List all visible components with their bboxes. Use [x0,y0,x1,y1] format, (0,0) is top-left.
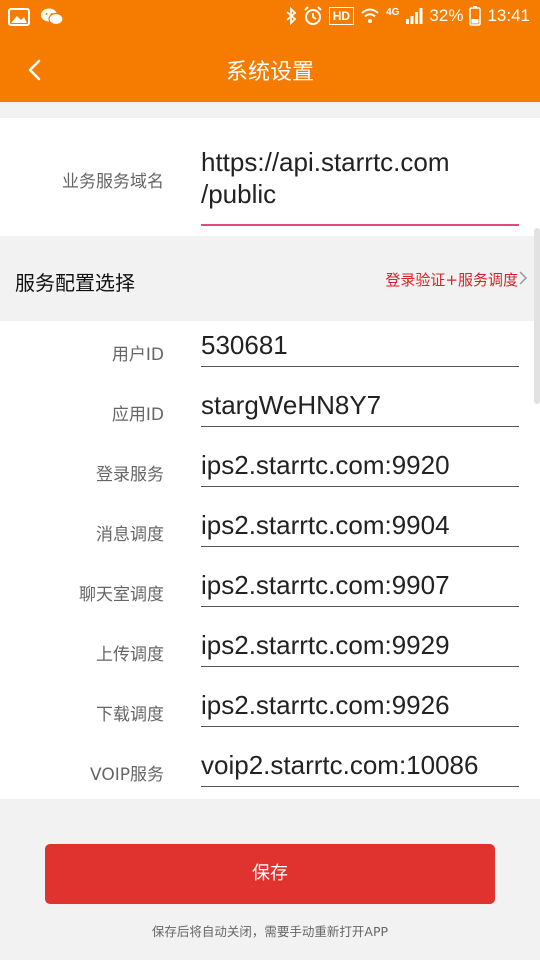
voip-service-label: VOIP服务 [90,765,164,785]
domain-label: 业务服务域名 [62,172,164,192]
login-service-label: 登录服务 [96,465,164,485]
scrollbar[interactable] [534,228,540,404]
service-config-selector[interactable]: 服务配置选择 登录验证+服务调度 [0,237,540,321]
page-title: 系统设置 [225,60,314,85]
chevron-right-icon [519,271,528,285]
alarm-icon [304,6,322,25]
save-button[interactable]: 保存 [45,844,495,904]
download-schedule-label: 下载调度 [96,705,164,725]
app-id-input[interactable]: stargWeHN8Y7 [201,390,519,427]
system-status-icons: HD 4G 32% 13:41 [285,6,530,26]
service-config-title: 服务配置选择 [15,271,135,295]
gallery-notification-icon [8,8,30,26]
voip-service-input[interactable]: voip2.starrtc.com:10086 [201,750,519,787]
message-schedule-input[interactable]: ips2.starrtc.com:9904 [201,510,519,547]
service-config-value: 登录验证+服务调度 [385,271,518,289]
hd-badge: HD [328,7,355,25]
domain-input-line-2: /public [201,179,277,209]
notification-icons [8,7,64,27]
save-hint: 保存后将自动关闭，需要手动重新打开APP [151,924,389,939]
domain-input[interactable]: https://api.starrtc.com /public [201,146,519,226]
bluetooth-icon [286,7,297,25]
chatroom-schedule-input[interactable]: ips2.starrtc.com:9907 [201,570,519,607]
upload-schedule-input[interactable]: ips2.starrtc.com:9929 [201,630,519,667]
wechat-notification-icon [41,8,64,26]
app-bar: 系统设置 [0,36,540,102]
domain-input-line-1: https://api.starrtc.com [201,147,450,177]
upload-schedule-label: 上传调度 [96,645,164,665]
battery-percent: 32% [429,6,464,25]
clock: 13:41 [487,6,530,25]
app-id-label: 应用ID [111,405,164,425]
user-id-input[interactable]: 530681 [201,330,519,367]
chatroom-schedule-label: 聊天室调度 [79,585,164,605]
wifi-icon [361,8,379,23]
user-id-label: 用户ID [111,345,164,365]
signal-icon [406,8,423,24]
login-service-input[interactable]: ips2.starrtc.com:9920 [201,450,519,487]
status-bar: HD 4G 32% 13:41 [0,0,540,36]
message-schedule-label: 消息调度 [96,525,164,545]
download-schedule-input[interactable]: ips2.starrtc.com:9926 [201,690,519,727]
battery-icon [469,6,482,26]
network-type: 4G [386,6,400,18]
